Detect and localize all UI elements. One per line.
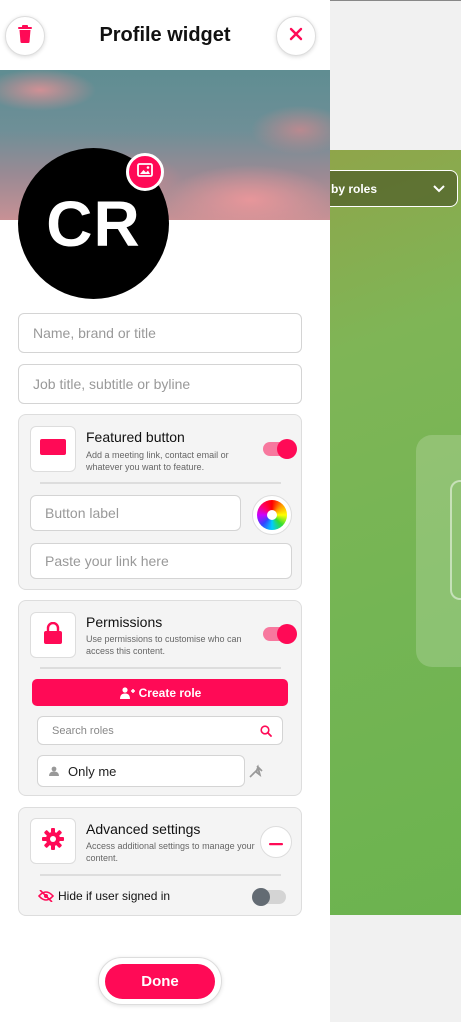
- background-role-filter[interactable]: by roles: [318, 170, 458, 207]
- lock-icon: [43, 621, 63, 649]
- done-button-label: Done: [141, 972, 179, 990]
- close-icon: [289, 27, 303, 46]
- color-wheel-icon: [257, 500, 287, 530]
- featured-button-description: Add a meeting link, contact email or wha…: [86, 450, 229, 472]
- button-label-field[interactable]: Button label: [30, 495, 241, 531]
- button-icon: [40, 438, 66, 460]
- advanced-settings-title: Advanced settings: [86, 821, 201, 837]
- eye-off-icon: [37, 889, 55, 907]
- user-icon: [48, 766, 60, 776]
- add-user-icon: [119, 686, 135, 699]
- collapse-advanced-button[interactable]: [260, 826, 292, 858]
- permissions-toggle[interactable]: [263, 624, 297, 644]
- close-button[interactable]: [276, 16, 316, 56]
- featured-button-title: Featured button: [86, 429, 185, 445]
- done-button[interactable]: Done: [105, 963, 215, 999]
- image-icon: [137, 162, 153, 182]
- advanced-settings-icon-box: [30, 818, 76, 864]
- hide-if-signed-in-toggle[interactable]: [252, 888, 286, 906]
- divider: [40, 667, 281, 669]
- featured-button-icon-box: [30, 426, 76, 472]
- selected-role-chip[interactable]: Only me: [37, 755, 245, 787]
- search-icon[interactable]: [260, 725, 272, 740]
- page-title: Profile widget: [99, 23, 231, 46]
- search-roles-placeholder: Search roles: [52, 724, 114, 737]
- toggle-knob: [277, 624, 297, 644]
- link-field[interactable]: Paste your link here: [30, 543, 292, 579]
- done-button-wrapper: Done: [98, 957, 222, 1005]
- delete-button[interactable]: [5, 16, 45, 56]
- name-field-placeholder: Name, brand or title: [33, 325, 156, 341]
- minus-icon: [269, 833, 283, 851]
- toggle-knob: [277, 439, 297, 459]
- link-field-placeholder: Paste your link here: [45, 553, 169, 569]
- trash-icon: [17, 24, 33, 48]
- background-card-outline: [450, 480, 461, 600]
- avatar-initials: CR: [46, 187, 141, 260]
- job-title-field-placeholder: Job title, subtitle or byline: [33, 376, 191, 392]
- divider: [40, 874, 281, 876]
- job-title-field[interactable]: Job title, subtitle or byline: [18, 364, 302, 404]
- create-role-button[interactable]: Create role: [32, 679, 288, 706]
- create-role-label: Create role: [138, 685, 202, 700]
- pin-icon[interactable]: [249, 764, 265, 783]
- permissions-description: Use permissions to customise who can acc…: [86, 634, 242, 656]
- featured-button-toggle[interactable]: [263, 439, 297, 459]
- advanced-settings-description: Access additional settings to manage you…: [86, 841, 255, 863]
- panel-header: Profile widget: [0, 0, 330, 70]
- change-image-button[interactable]: [126, 153, 164, 191]
- permissions-icon-box: [30, 612, 76, 658]
- selected-role-label: Only me: [68, 763, 117, 779]
- search-roles-input[interactable]: Search roles: [37, 716, 283, 745]
- background-role-filter-label: by roles: [331, 181, 378, 196]
- permissions-title: Permissions: [86, 614, 163, 630]
- color-picker-button[interactable]: [252, 495, 292, 535]
- gear-icon: [42, 827, 64, 855]
- hide-if-signed-in-label: Hide if user signed in: [58, 889, 171, 903]
- profile-widget-panel: Profile widget CR Name, brand or title J…: [0, 0, 330, 1022]
- featured-button-section: Featured button Add a meeting link, cont…: [18, 414, 302, 590]
- divider: [40, 482, 281, 484]
- advanced-settings-section: Advanced settings Access additional sett…: [18, 807, 302, 916]
- button-label-placeholder: Button label: [45, 505, 119, 521]
- name-field[interactable]: Name, brand or title: [18, 313, 302, 353]
- chevron-down-icon: [433, 182, 445, 196]
- toggle-knob: [252, 888, 270, 906]
